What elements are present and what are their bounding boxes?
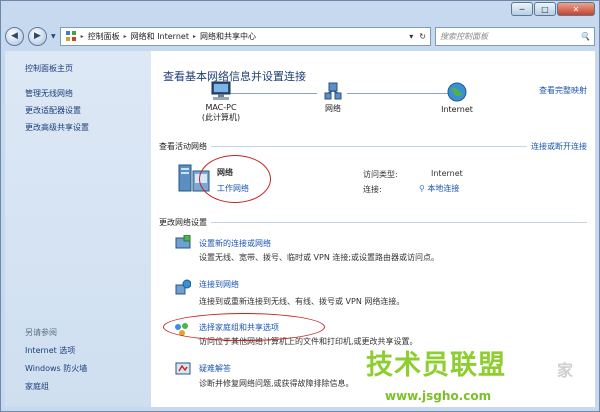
connection-label: 连接: [363, 185, 382, 194]
local-connection-item[interactable]: ⚲ 本地连接 [419, 183, 459, 194]
map-node-internet: Internet [433, 81, 481, 114]
see-also-homegroup[interactable]: 家庭组 [25, 381, 49, 392]
active-networks-header: 查看活动网络 连接或断开连接 [159, 141, 587, 152]
sidebar-item-manage-wireless[interactable]: 管理无线网络 [25, 88, 73, 99]
work-network-icon [178, 164, 210, 192]
forward-button[interactable]: ▶ [28, 26, 47, 46]
computer-name: MAC-PC [205, 103, 237, 112]
back-button[interactable]: ◀ [5, 26, 24, 46]
see-also-internet-options[interactable]: Internet 选项 [25, 345, 75, 356]
control-panel-icon [65, 31, 76, 41]
breadcrumb-separator: ▸ [80, 32, 84, 40]
breadcrumb-separator: ▸ [123, 32, 127, 40]
task-troubleshoot-desc: 诊断并修复网络问题,或获得故障排除信息。 [199, 379, 354, 388]
refresh-icon[interactable]: ↻ [419, 32, 426, 41]
computer-icon [211, 81, 231, 100]
search-icon[interactable]: 🔍 [580, 32, 590, 41]
sidebar: 控制面板主页 管理无线网络 更改适配器设置 更改高级共享设置 另请参阅 Inte… [5, 51, 151, 407]
access-type-label: 访问类型: [363, 170, 398, 179]
internet-label: Internet [441, 105, 473, 114]
work-network-link[interactable]: 工作网络 [217, 183, 249, 194]
change-settings-header: 更改网络设置 [159, 217, 587, 228]
local-connection-link[interactable]: 本地连接 [427, 184, 459, 193]
window: ─ □ ✕ ◀ ▶ ▼ ▸ 控制面板 ▸ 网络和 Internet ▸ 网络和共… [0, 0, 600, 412]
breadcrumb-separator: ▸ [192, 32, 196, 40]
active-networks-title: 查看活动网络 [159, 141, 211, 152]
see-also-windows-firewall[interactable]: Windows 防火墙 [25, 363, 87, 374]
map-node-computer: MAC-PC (此计算机) [191, 81, 251, 123]
sidebar-item-adapter-settings[interactable]: 更改适配器设置 [25, 105, 81, 116]
active-network-name: 网络 [217, 168, 233, 177]
view-full-map-link[interactable]: 查看完整映射 [539, 85, 587, 96]
window-controls: ─ □ ✕ [511, 2, 595, 16]
change-settings-title: 更改网络设置 [159, 217, 211, 228]
task-homegroup-link[interactable]: 选择家庭组和共享选项 [199, 322, 279, 333]
watermark-brand: 技术员联盟 [366, 350, 506, 381]
computer-subtitle: (此计算机) [201, 113, 241, 122]
sidebar-item-advanced-sharing[interactable]: 更改高级共享设置 [25, 122, 89, 133]
troubleshoot-icon [175, 362, 191, 375]
address-dropdown-icon[interactable]: ▾ [409, 32, 413, 41]
connection-plug-icon: ⚲ [419, 184, 425, 193]
section-divider [159, 146, 587, 147]
task-connect-network-desc: 连接到或重新连接到无线、有线、拨号或 VPN 网络连接。 [199, 297, 405, 306]
homegroup-icon [175, 323, 188, 336]
map-node-network: 网络 [311, 81, 355, 114]
search-placeholder: 搜索控制面板 [440, 31, 488, 41]
breadcrumb-control-panel[interactable]: 控制面板 [88, 31, 120, 42]
back-arrow-icon: ◀ [11, 31, 18, 41]
maximize-button[interactable]: □ [534, 2, 556, 16]
search-input[interactable]: 搜索控制面板 🔍 [435, 26, 595, 46]
section-divider [159, 222, 587, 223]
task-troubleshoot-link[interactable]: 疑难解答 [199, 363, 231, 374]
sidebar-item-home[interactable]: 控制面板主页 [25, 63, 73, 74]
navigation-bar: ◀ ▶ ▼ ▸ 控制面板 ▸ 网络和 Internet ▸ 网络和共享中心 ▾ … [5, 23, 595, 49]
globe-icon [447, 82, 467, 102]
breadcrumb-network-internet[interactable]: 网络和 Internet [131, 31, 189, 42]
network-icon [324, 82, 342, 100]
minimize-button[interactable]: ─ [511, 2, 533, 16]
forward-arrow-icon: ▶ [34, 31, 41, 41]
breadcrumb-network-sharing-center[interactable]: 网络和共享中心 [200, 31, 256, 42]
new-connection-icon [175, 235, 191, 249]
connect-disconnect-link[interactable]: 连接或断开连接 [527, 141, 587, 152]
recent-pages-dropdown[interactable]: ▼ [51, 33, 56, 40]
connect-network-icon [175, 279, 191, 295]
see-also-title: 另请参阅 [25, 328, 57, 337]
watermark-url: www.jsgho.com [385, 389, 492, 403]
task-setup-connection-desc: 设置无线、宽带、拨号、临时或 VPN 连接;或设置路由器或访问点。 [199, 253, 440, 262]
task-setup-connection-link[interactable]: 设置新的连接或网络 [199, 238, 271, 249]
access-type-value: Internet [431, 169, 463, 178]
network-label: 网络 [325, 104, 341, 113]
close-button[interactable]: ✕ [557, 2, 595, 16]
address-bar[interactable]: ▸ 控制面板 ▸ 网络和 Internet ▸ 网络和共享中心 ▾ ↻ [59, 26, 431, 46]
task-connect-network-link[interactable]: 连接到网络 [199, 279, 239, 290]
watermark-brand-tail: 家 [557, 361, 574, 380]
